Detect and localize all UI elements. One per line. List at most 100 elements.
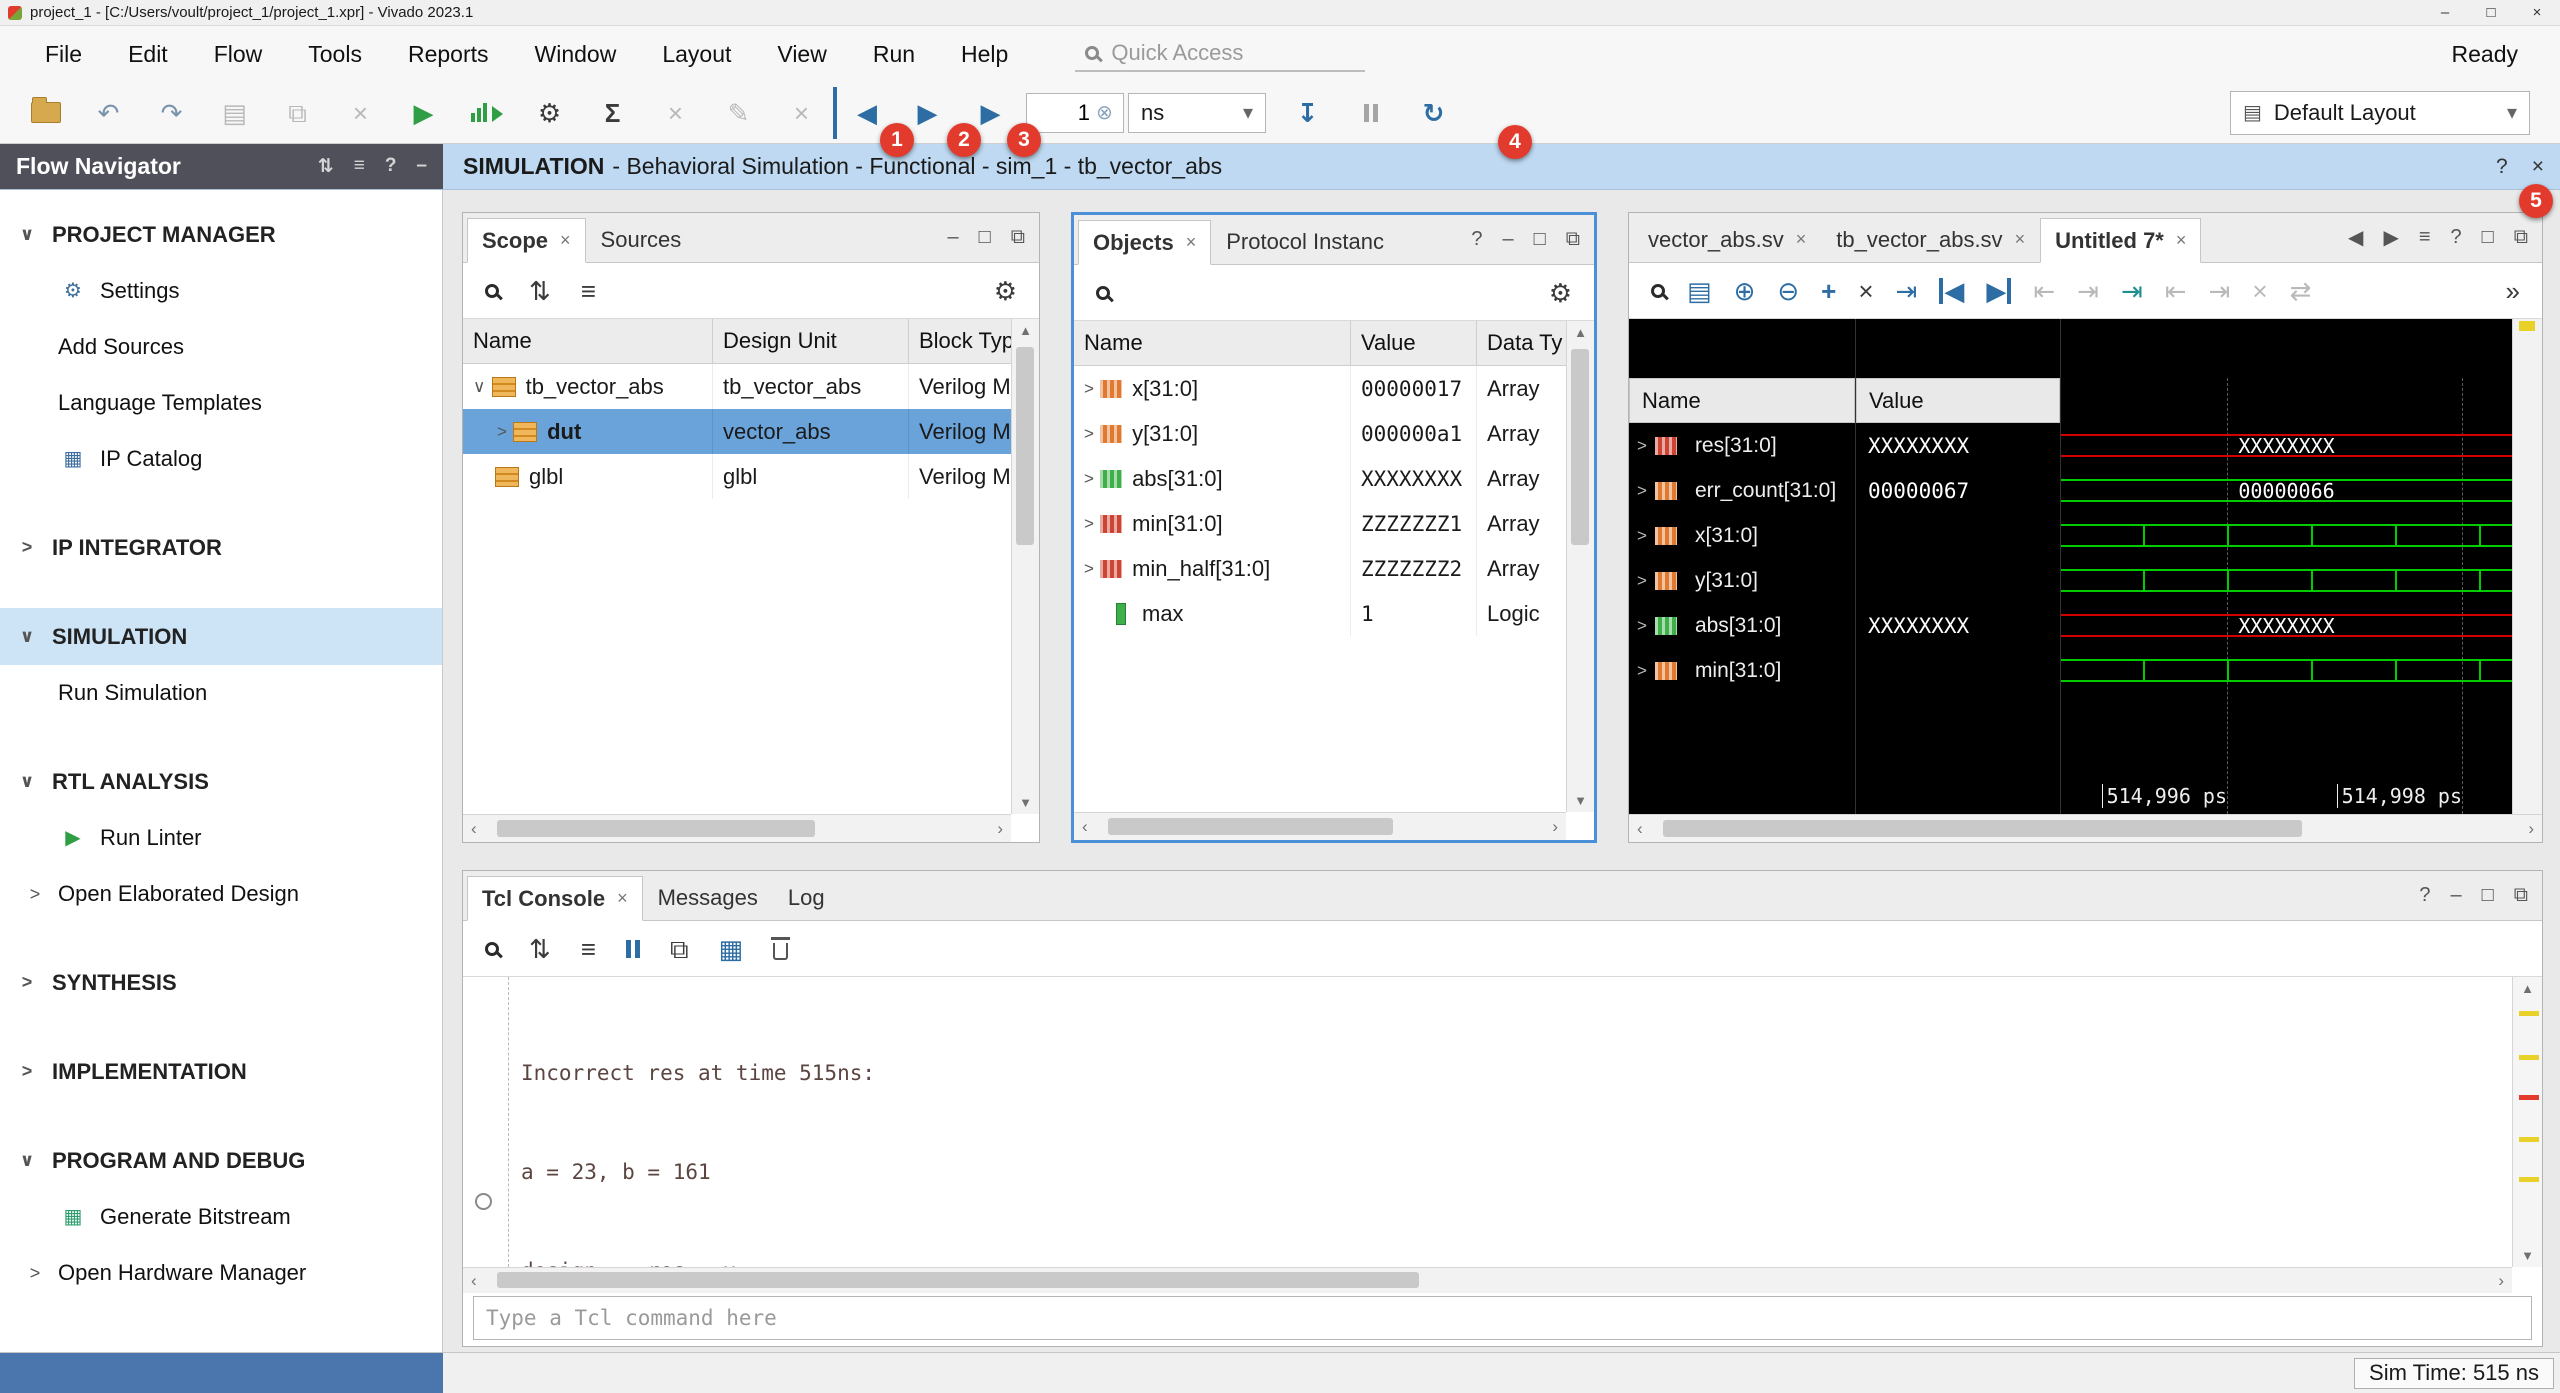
chevron-right-icon[interactable]: > [1637, 481, 1647, 501]
zoom-in-icon[interactable]: ⊕ [1734, 278, 1756, 304]
sim-time-input[interactable] [1035, 100, 1090, 126]
sim-time-unit-select[interactable]: ns ▾ [1128, 93, 1266, 133]
close-icon[interactable]: × [560, 230, 571, 251]
scroll-left-icon[interactable]: ‹ [471, 1271, 477, 1291]
sim-step-icon[interactable]: ↧ [1276, 87, 1339, 139]
chevron-right-icon[interactable]: > [1084, 469, 1094, 489]
warning-mark[interactable] [2519, 1011, 2539, 1016]
scroll-down-icon[interactable]: ▼ [1019, 795, 1032, 810]
menu-window[interactable]: Window [512, 26, 640, 82]
table-row[interactable]: ∨ tb_vector_abs tb_vector_abs Verilog M [463, 364, 1039, 409]
tab-sources[interactable]: Sources [586, 217, 697, 262]
add-marker-icon[interactable]: ⇥ [2121, 278, 2143, 304]
sidebar-item-language-templates[interactable]: Language Templates [0, 375, 442, 431]
sidebar-item-run-simulation[interactable]: Run Simulation [0, 665, 442, 721]
help-icon[interactable]: ? [1471, 228, 1482, 251]
tcl-command-field[interactable] [473, 1296, 2532, 1340]
menu-run[interactable]: Run [850, 26, 938, 82]
minimize-panel-icon[interactable]: – [948, 226, 959, 249]
sidebar-item-generate-bitstream[interactable]: ▦ Generate Bitstream [0, 1189, 442, 1245]
close-icon[interactable]: × [2176, 230, 2187, 251]
scrollbar-thumb[interactable] [1016, 347, 1034, 545]
scroll-left-icon[interactable]: ‹ [471, 819, 477, 839]
close-icon[interactable]: × [617, 888, 628, 909]
save-waveform-icon[interactable]: ▤ [1687, 278, 1712, 304]
search-icon[interactable] [485, 942, 499, 956]
scroll-down-icon[interactable]: ▼ [2521, 1248, 2534, 1263]
chevron-right-icon[interactable]: > [1084, 379, 1094, 399]
tab-tcl-console[interactable]: Tcl Console × [467, 876, 643, 921]
tab-scroll-left-icon[interactable]: ◀ [2348, 225, 2363, 250]
open-project-button[interactable] [14, 87, 77, 139]
section-rtl-analysis[interactable]: ∨ RTL ANALYSIS [0, 753, 442, 810]
scrollbar-thumb[interactable] [1663, 820, 2302, 837]
tab-log[interactable]: Log [773, 875, 840, 920]
table-row[interactable]: glbl glbl Verilog M [463, 454, 1039, 499]
minimize-icon[interactable]: – [2422, 0, 2468, 25]
chevron-right-icon[interactable]: > [1637, 661, 1647, 681]
close-icon[interactable]: × [2015, 229, 2026, 250]
maximize-panel-icon[interactable]: □ [979, 226, 991, 249]
float-panel-icon[interactable]: ⧉ [2514, 226, 2528, 249]
wave-horizontal-scrollbar[interactable]: ‹ › [1629, 814, 2542, 842]
close-icon[interactable]: × [1186, 232, 1197, 253]
scroll-up-icon[interactable]: ▲ [2521, 981, 2534, 996]
wave-signal-row[interactable]: >err_count[31:0] [1629, 468, 1855, 513]
sidebar-item-add-sources[interactable]: Add Sources [0, 319, 442, 375]
vertical-scrollbar[interactable]: ▲ ▼ [2512, 977, 2542, 1267]
redo-icon[interactable]: ↷ [140, 87, 203, 139]
tab-tb-vector-abs-sv[interactable]: tb_vector_abs.sv × [1821, 217, 2040, 262]
clear-time-icon[interactable]: ⊗ [1096, 103, 1113, 123]
go-to-end-icon[interactable]: ▶ [1986, 278, 2011, 304]
sim-time-field[interactable]: ⊗ [1026, 93, 1124, 133]
help-icon[interactable]: ? [2451, 226, 2462, 249]
sim-relaunch-icon[interactable]: ↻ [1402, 87, 1465, 139]
tab-messages[interactable]: Messages [643, 875, 773, 920]
column-header[interactable]: Name [1074, 321, 1351, 365]
tcl-console-body[interactable]: Incorrect res at time 515ns: a = 23, b =… [463, 977, 2542, 1267]
scroll-down-icon[interactable]: ▼ [1574, 793, 1587, 808]
search-icon[interactable] [485, 284, 499, 298]
maximize-panel-icon[interactable]: □ [1534, 228, 1546, 251]
section-ip-integrator[interactable]: > IP INTEGRATOR [0, 519, 442, 576]
chevron-right-icon[interactable]: > [1084, 424, 1094, 444]
tcl-command-input[interactable] [486, 1306, 2519, 1330]
sidebar-item-open-hardware-manager[interactable]: > Open Hardware Manager [0, 1245, 442, 1301]
tab-objects[interactable]: Objects × [1078, 220, 1211, 265]
collapse-all-icon[interactable]: ⇅ [318, 155, 334, 178]
layout-select[interactable]: ▤ Default Layout ▾ [2230, 91, 2530, 135]
quick-access-input[interactable] [1111, 40, 1321, 66]
minimize-panel-icon[interactable]: – [2451, 884, 2462, 907]
scrollbar-thumb[interactable] [497, 1272, 1419, 1288]
search-icon[interactable] [1651, 284, 1665, 298]
column-header[interactable]: Name [463, 319, 713, 363]
chevron-right-icon[interactable]: > [1084, 514, 1094, 534]
warning-mark[interactable] [2519, 1177, 2539, 1182]
expand-all-icon[interactable]: ≡ [581, 936, 596, 962]
tab-untitled-7[interactable]: Untitled 7* × [2040, 218, 2201, 263]
chevron-down-icon[interactable]: ∨ [473, 377, 485, 397]
undo-icon[interactable]: ↶ [77, 87, 140, 139]
section-synthesis[interactable]: > SYNTHESIS [0, 954, 442, 1011]
copy-icon[interactable]: ⧉ [670, 936, 689, 962]
wave-signal-row[interactable]: >y[31:0] [1629, 558, 1855, 603]
table-row[interactable]: > abs[31:0] XXXXXXXX Array [1074, 456, 1594, 501]
close-icon[interactable]: × [2514, 0, 2560, 25]
report-sum-icon[interactable]: Σ [581, 87, 644, 139]
warning-mark[interactable] [2519, 1137, 2539, 1142]
help-icon[interactable]: ? [385, 155, 397, 178]
table-row[interactable]: > min_half[31:0] ZZZZZZZ2 Array [1074, 546, 1594, 591]
float-panel-icon[interactable]: ⧉ [1566, 228, 1580, 251]
tab-list-icon[interactable]: ≡ [2419, 226, 2431, 249]
warning-mark[interactable] [2519, 1055, 2539, 1060]
tab-vector-abs-sv[interactable]: vector_abs.sv × [1633, 217, 1821, 262]
menu-reports[interactable]: Reports [385, 26, 512, 82]
menu-tools[interactable]: Tools [285, 26, 385, 82]
sidebar-item-open-elaborated-design[interactable]: > Open Elaborated Design [0, 866, 442, 922]
table-row[interactable]: > x[31:0] 00000017 Array [1074, 366, 1594, 411]
gear-icon[interactable]: ⚙ [1549, 280, 1572, 306]
run-steps-icon[interactable] [455, 87, 518, 139]
section-simulation[interactable]: ∨ SIMULATION [0, 608, 442, 665]
float-panel-icon[interactable]: ⧉ [1011, 226, 1025, 249]
scroll-right-icon[interactable]: › [1552, 817, 1558, 837]
